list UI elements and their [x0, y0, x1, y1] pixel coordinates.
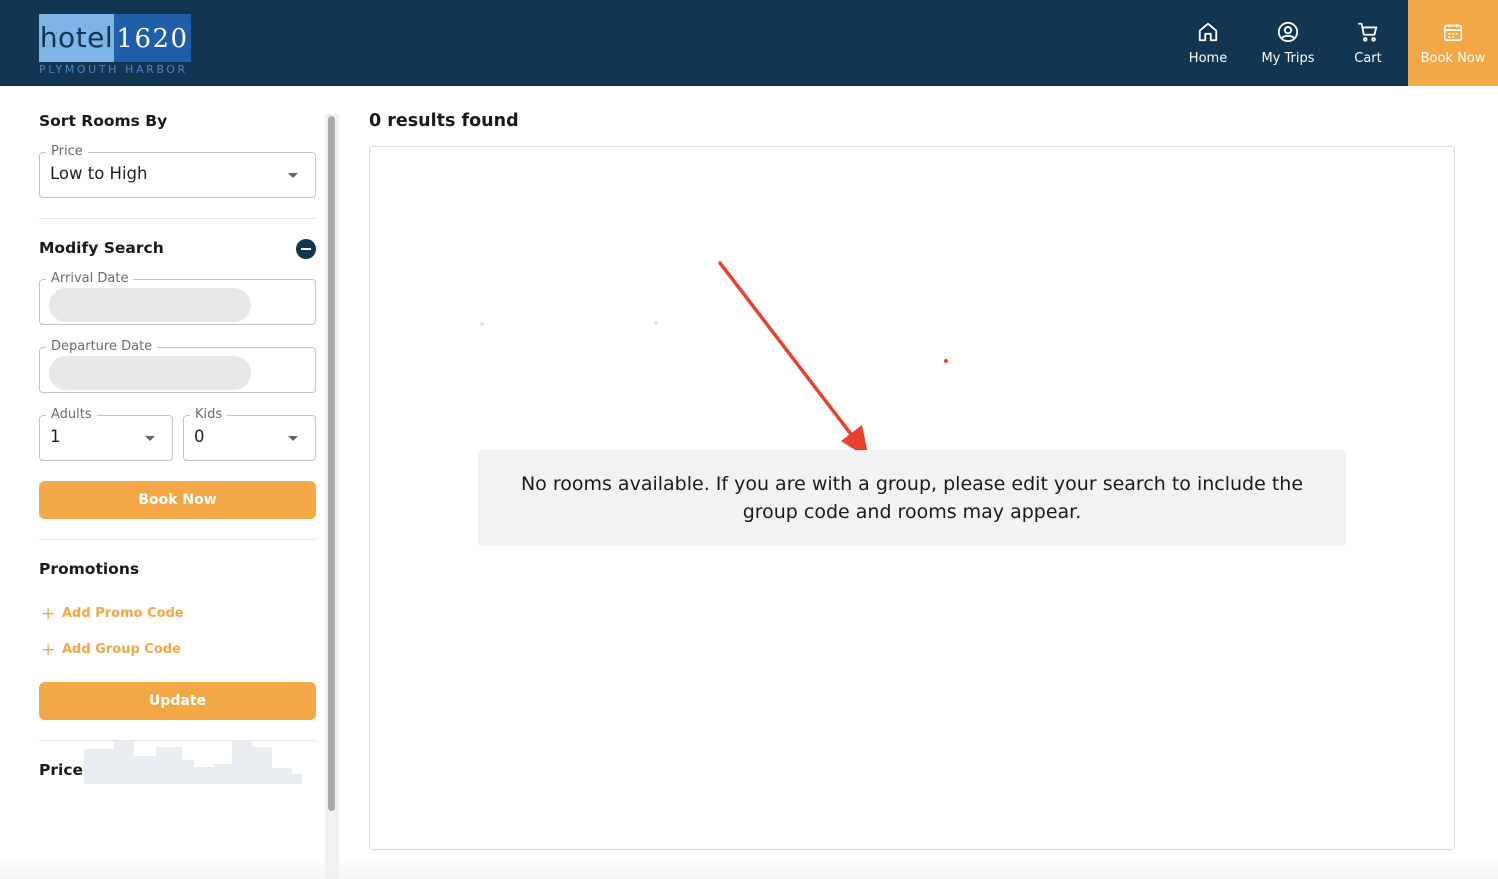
departure-date-field[interactable]: Departure Date — [39, 339, 316, 393]
speck — [654, 321, 658, 325]
logo-mark: hotel 1620 — [39, 14, 191, 62]
nav-my-trips-label: My Trips — [1261, 51, 1315, 66]
arrival-date-field[interactable]: Arrival Date — [39, 271, 316, 325]
add-promo-code-link[interactable]: + Add Promo Code — [41, 603, 184, 624]
chevron-down-icon — [145, 436, 155, 441]
sort-select-value: Low to High — [50, 164, 148, 183]
book-now-button[interactable]: Book Now — [39, 481, 316, 519]
histogram-bar — [272, 768, 292, 784]
kids-select[interactable]: Kids 0 — [183, 407, 316, 461]
arrival-date-label: Arrival Date — [46, 271, 134, 287]
departure-date-redacted — [49, 356, 251, 390]
top-header: hotel 1620 PLYMOUTH HARBOR Home My Trips… — [0, 0, 1498, 86]
histogram-bar — [194, 767, 214, 784]
nav-home-label: Home — [1188, 51, 1228, 66]
adults-label: Adults — [46, 407, 97, 423]
adults-select[interactable]: Adults 1 — [39, 407, 173, 461]
plus-icon: + — [41, 639, 56, 660]
chevron-down-icon — [288, 173, 298, 178]
histogram-bar — [182, 760, 194, 784]
sort-rooms-title: Sort Rooms By — [39, 112, 168, 130]
chevron-down-icon — [288, 436, 298, 441]
kids-label: Kids — [190, 407, 228, 423]
add-group-code-label: Add Group Code — [62, 642, 181, 657]
logo-number: 1620 — [114, 14, 191, 62]
departure-date-label: Departure Date — [46, 339, 158, 355]
speck — [480, 322, 484, 326]
logo-word: hotel — [39, 14, 114, 62]
kids-value: 0 — [194, 427, 205, 446]
home-icon — [1198, 22, 1218, 42]
sidebar-scrollbar-thumb[interactable] — [328, 116, 335, 811]
price-histogram — [84, 739, 302, 784]
calendar-icon — [1443, 23, 1463, 42]
nav-book-now[interactable]: Book Now — [1408, 0, 1498, 86]
promotions-title: Promotions — [39, 560, 140, 578]
divider — [39, 218, 316, 219]
histogram-bar — [156, 747, 182, 784]
annotation-dot — [944, 359, 948, 363]
logo-subtitle: PLYMOUTH HARBOR — [39, 63, 188, 76]
modify-search-title: Modify Search — [39, 239, 164, 257]
collapse-minus-icon[interactable] — [296, 239, 316, 259]
add-group-code-link[interactable]: + Add Group Code — [41, 639, 181, 660]
user-circle-icon — [1277, 21, 1299, 43]
sidebar-scrollbar[interactable] — [325, 114, 339, 879]
update-button[interactable]: Update — [39, 682, 316, 720]
add-promo-code-label: Add Promo Code — [62, 606, 184, 621]
cart-icon — [1357, 22, 1378, 42]
price-filter-title: Price — [39, 761, 84, 779]
histogram-bar — [134, 756, 156, 784]
histogram-bar — [214, 764, 232, 784]
nav-cart-label: Cart — [1354, 51, 1382, 66]
nav-book-now-label: Book Now — [1420, 51, 1486, 66]
histogram-bar — [232, 741, 252, 784]
sort-select-label: Price — [46, 144, 88, 160]
histogram-bar — [84, 749, 114, 784]
no-rooms-message: No rooms available. If you are with a gr… — [478, 450, 1346, 546]
hotel-logo[interactable]: hotel 1620 PLYMOUTH HARBOR — [39, 14, 191, 76]
histogram-bar — [292, 774, 302, 784]
sort-select[interactable]: Price Low to High — [39, 144, 316, 198]
divider — [39, 539, 316, 540]
plus-icon: + — [41, 603, 56, 624]
nav-my-trips[interactable]: My Trips — [1254, 0, 1322, 86]
results-count: 0 results found — [369, 111, 519, 131]
annotation-arrow-icon — [718, 261, 869, 459]
adults-value: 1 — [50, 427, 61, 446]
histogram-bar — [114, 741, 134, 784]
bottom-fade — [0, 858, 1498, 879]
arrival-date-redacted — [49, 288, 251, 322]
nav-home[interactable]: Home — [1180, 0, 1236, 86]
histogram-bar — [252, 747, 272, 784]
nav-cart[interactable]: Cart — [1340, 0, 1396, 86]
